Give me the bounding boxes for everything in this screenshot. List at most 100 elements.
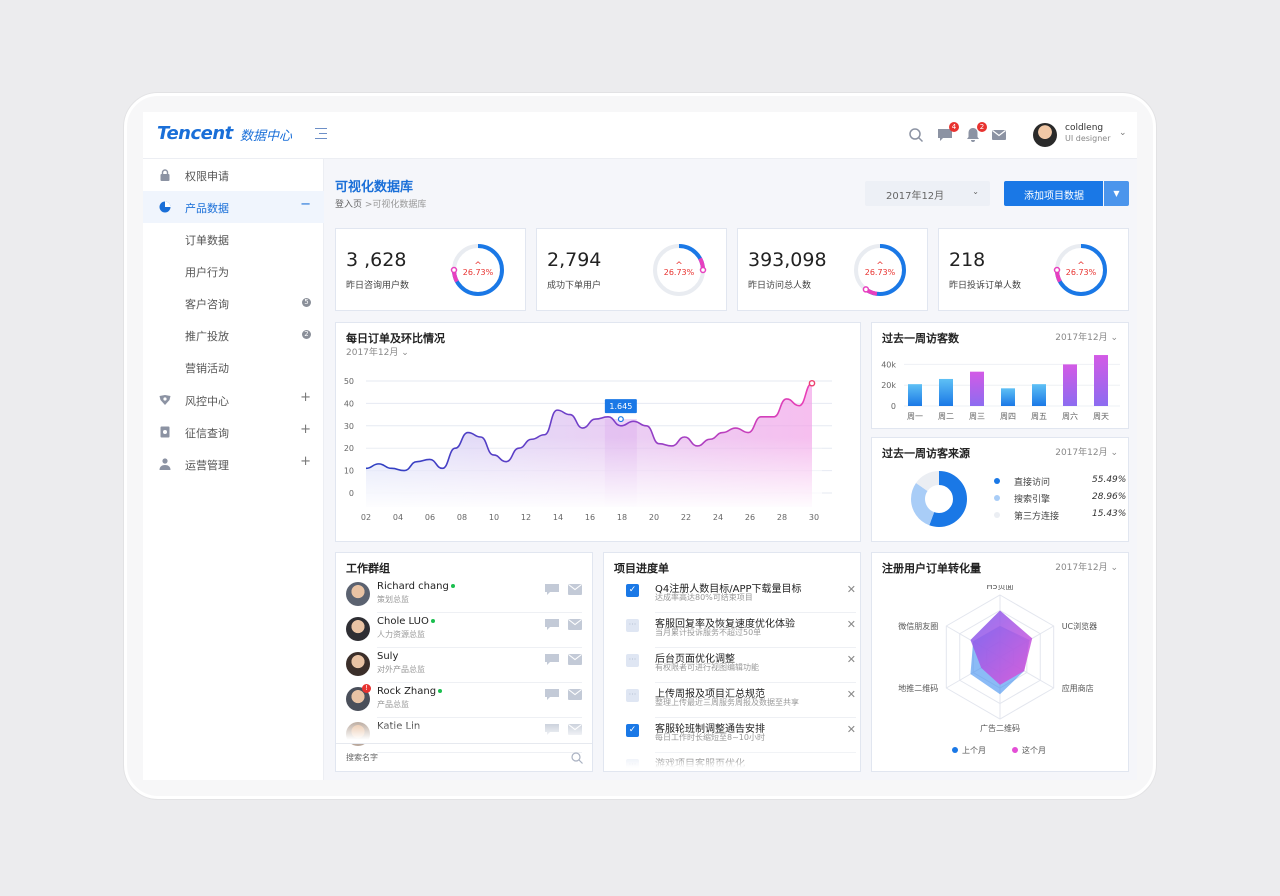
member-row[interactable]: ! Rock Zhang 产品总监 xyxy=(346,684,582,718)
chat-icon[interactable] xyxy=(545,654,559,666)
sidebar-item-label: 客户咨询 xyxy=(185,298,229,311)
menu-toggle-icon[interactable] xyxy=(315,128,327,140)
kpi-card: 2,794 成功下单用户 ^ 26.73% xyxy=(536,228,727,311)
legend-percent: 15.43% xyxy=(1092,509,1127,519)
collapse-icon[interactable]: − xyxy=(300,197,311,212)
expand-icon[interactable]: + xyxy=(300,390,311,405)
x-tick-label: 26 xyxy=(745,513,755,522)
task-item[interactable]: ··· 上传周报及项目汇总规范 整理上传最近三周服务周报及数据至共享 ✕ xyxy=(626,685,856,720)
close-icon[interactable]: ✕ xyxy=(847,583,856,596)
sidebar-subitem-orders[interactable]: 订单数据 xyxy=(143,223,324,255)
online-indicator xyxy=(430,619,435,623)
ring-end-dot xyxy=(699,266,707,274)
divider xyxy=(377,682,582,683)
radar-axis-label: 地推二维码 xyxy=(898,683,938,693)
kpi-card: 3 ,628 昨日咨询用户数 ^ 26.73% xyxy=(335,228,526,311)
sidebar-item-credit[interactable]: 征信查询 + xyxy=(143,416,324,448)
mail-icon[interactable] xyxy=(991,127,1007,143)
task-checkbox[interactable]: ✓ xyxy=(626,584,639,597)
x-tick-label: 周四 xyxy=(1000,412,1016,421)
x-tick-label: 周天 xyxy=(1093,412,1109,421)
mail-icon[interactable] xyxy=(568,584,582,595)
daily-orders-date-select[interactable]: 2017年12月 ⌄ xyxy=(346,345,409,358)
message-icon[interactable]: 4 xyxy=(937,122,959,143)
card-title: 每日订单及环比情况 xyxy=(346,332,445,345)
member-name: Rock Zhang xyxy=(377,686,443,697)
sidebar-item-product-data[interactable]: 产品数据 − xyxy=(143,191,324,223)
member-search[interactable]: 搜索名字 xyxy=(336,743,592,771)
sidebar-subitem-consulting[interactable]: 客户咨询 5 xyxy=(143,287,324,319)
kpi-ring-chart: ^26.73% xyxy=(653,244,707,296)
sidebar-item-label: 运营管理 xyxy=(185,459,229,472)
y-tick-label: 40 xyxy=(344,399,354,408)
task-item[interactable]: ··· 后台页面优化调整 有权限者可进行视图编辑功能 ✕ xyxy=(626,650,856,685)
document-icon xyxy=(160,426,170,438)
task-item[interactable]: ··· 客服回复率及恢复速度优化体验 当月累计投诉服务不超过50单 ✕ xyxy=(626,615,856,650)
breadcrumb-home[interactable]: 登入页 xyxy=(335,200,362,210)
close-icon[interactable]: ✕ xyxy=(847,688,856,701)
count-badge: 5 xyxy=(302,298,311,307)
close-icon[interactable]: ✕ xyxy=(847,723,856,736)
dashboard-screen: Tencent 数据中心 4 2 coldleng UI designer ⌄ … xyxy=(143,112,1137,780)
member-avatar[interactable] xyxy=(346,582,370,606)
sidebar-subitem-marketing[interactable]: 营销活动 xyxy=(143,351,324,383)
sidebar-item-risk-control[interactable]: 风控中心 + xyxy=(143,384,324,416)
sidebar-subitem-promotion[interactable]: 推广投放 2 xyxy=(143,319,324,351)
kpi-label: 成功下单用户 xyxy=(547,281,602,291)
weekly-visitors-card: 过去一周访客数 2017年12月 ⌄ 0 20k 40k 周一 周二 周三 周四 周五 周六 周天 xyxy=(871,322,1129,429)
close-icon[interactable]: ✕ xyxy=(847,618,856,631)
search-icon[interactable] xyxy=(908,127,924,143)
search-icon[interactable] xyxy=(571,752,583,764)
task-checkbox[interactable]: ✓ xyxy=(626,724,639,737)
weekly-visitors-date-select[interactable]: 2017年12月 ⌄ xyxy=(1055,330,1118,343)
legend-dot xyxy=(952,747,958,753)
ring-end-dot xyxy=(1053,266,1061,274)
count-badge: 2 xyxy=(302,330,311,339)
task-checkbox[interactable]: ··· xyxy=(626,619,639,632)
kpi-value: 2,794 xyxy=(547,249,602,271)
mail-icon[interactable] xyxy=(568,619,582,630)
chat-icon[interactable] xyxy=(545,619,559,631)
member-avatar[interactable] xyxy=(346,652,370,676)
user-role: UI designer xyxy=(1065,134,1111,143)
sidebar-item-operations[interactable]: 运营管理 + xyxy=(143,448,324,480)
member-row[interactable]: Chole LUO 人力资源总监 xyxy=(346,614,582,648)
close-icon[interactable]: ✕ xyxy=(847,653,856,666)
add-dropdown-button[interactable]: ▼ xyxy=(1104,181,1129,206)
kpi-percent: 26.73% xyxy=(463,268,494,277)
mail-icon[interactable] xyxy=(568,654,582,665)
sidebar-item-permission[interactable]: 权限申请 xyxy=(143,159,324,191)
member-row[interactable]: Richard chang 策划总监 xyxy=(346,579,582,613)
divider xyxy=(655,647,856,648)
card-title: 过去一周访客数 xyxy=(882,332,959,345)
y-tick-label: 30 xyxy=(344,422,354,431)
expand-icon[interactable]: + xyxy=(300,454,311,469)
date-select[interactable]: 2017年12月 ⌄ xyxy=(865,181,990,206)
sidebar-item-label: 营销活动 xyxy=(185,362,229,375)
legend-label: 上个月 xyxy=(962,746,986,755)
x-tick-label: 周三 xyxy=(969,412,985,421)
bell-icon[interactable]: 2 xyxy=(965,122,987,143)
brand-logo[interactable]: Tencent xyxy=(157,123,233,144)
chat-icon[interactable] xyxy=(545,689,559,701)
legend-name: 直接访问 xyxy=(1014,478,1051,488)
mail-icon[interactable] xyxy=(568,689,582,700)
legend-dot xyxy=(994,512,1000,518)
member-row[interactable]: Suly 对外产品总监 xyxy=(346,649,582,683)
member-avatar[interactable] xyxy=(346,617,370,641)
visitor-sources-date-select[interactable]: 2017年12月 ⌄ xyxy=(1055,445,1118,458)
chevron-down-icon[interactable]: ⌄ xyxy=(1119,128,1127,138)
add-project-data-button[interactable]: 添加项目数据 xyxy=(1004,181,1103,206)
chat-icon[interactable] xyxy=(545,584,559,596)
task-checkbox[interactable]: ··· xyxy=(626,689,639,702)
sidebar-subitem-user-behavior[interactable]: 用户行为 xyxy=(143,255,324,287)
legend-dot xyxy=(1012,747,1018,753)
radar-axis-label: 应用商店 xyxy=(1062,683,1094,693)
conversion-date-select[interactable]: 2017年12月 ⌄ xyxy=(1055,560,1118,573)
task-item[interactable]: ✓ Q4注册人数目标/APP下载量目标 达成率高达80%可结束项目 ✕ xyxy=(626,580,856,615)
task-checkbox[interactable]: ··· xyxy=(626,654,639,667)
expand-icon[interactable]: + xyxy=(300,422,311,437)
card-title: 工作群组 xyxy=(346,562,390,575)
member-search-input[interactable]: 搜索名字 xyxy=(346,752,378,763)
user-avatar[interactable] xyxy=(1033,123,1057,147)
